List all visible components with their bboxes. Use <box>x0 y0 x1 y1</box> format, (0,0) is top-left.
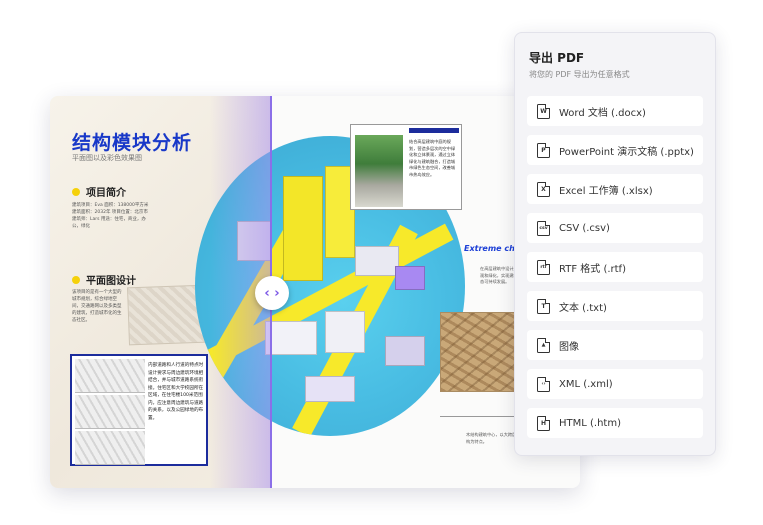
export-xml-option[interactable]: ‹› XML (.xml) <box>527 369 703 399</box>
format-label: 文本 (.txt) <box>559 302 607 314</box>
export-excel-option[interactable]: X Excel 工作簿 (.xlsx) <box>527 174 703 204</box>
export-html-option[interactable]: H HTML (.htm) <box>527 408 703 438</box>
section-plan-heading: 平面图设计 <box>72 272 136 287</box>
format-label: Excel 工作簿 (.xlsx) <box>559 185 653 197</box>
image-file-icon: ▲ <box>537 337 550 353</box>
block-building <box>305 376 355 402</box>
detail-thumbnail <box>75 431 145 465</box>
section-project-heading: 项目简介 <box>72 184 126 199</box>
panel-subtitle: 将您的 PDF 导出为任意格式 <box>529 70 630 79</box>
powerpoint-file-icon: P <box>537 142 550 158</box>
extreme-heading: Extreme cha <box>464 244 521 253</box>
document-subtitle: 平面图以及彩色效果图 <box>72 154 142 162</box>
bullet-dot-icon <box>72 187 80 196</box>
detail-thumbnail <box>75 395 145 429</box>
html-file-icon: H <box>537 415 550 431</box>
format-label: 图像 <box>559 341 579 353</box>
block-building <box>395 266 425 290</box>
compare-arrows-icon[interactable]: ‹ › <box>255 276 289 310</box>
export-powerpoint-option[interactable]: P PowerPoint 演示文稿 (.pptx) <box>527 135 703 165</box>
export-pdf-panel: 导出 PDF 将您的 PDF 导出为任意格式 W Word 文档 (.docx)… <box>514 32 716 456</box>
section-project-label: 项目简介 <box>86 188 126 199</box>
accent-bar <box>409 128 459 133</box>
format-label: PowerPoint 演示文稿 (.pptx) <box>559 146 694 158</box>
section-plan-label: 平面图设计 <box>86 276 136 287</box>
plan-detail-frame: 内部道路和人行道的特点时设计要求与周边建筑环境相结合，并与城市道路系统衔接。住宅… <box>70 354 208 466</box>
word-file-icon: W <box>537 103 550 119</box>
export-rtf-option[interactable]: rtf RTF 格式 (.rtf) <box>527 252 703 282</box>
export-word-option[interactable]: W Word 文档 (.docx) <box>527 96 703 126</box>
block-building <box>265 321 317 355</box>
green-building-text: 结合高层建筑中庭的规划，营造多层次的空中绿化和立体景观，通过立体绿化与建筑融合，… <box>409 139 456 177</box>
excel-file-icon: X <box>537 181 550 197</box>
format-label: CSV (.csv) <box>559 222 610 234</box>
green-building-photo <box>355 135 403 207</box>
block-building <box>325 311 365 353</box>
format-label: HTML (.htm) <box>559 417 621 429</box>
format-label: RTF 格式 (.rtf) <box>559 263 626 275</box>
detail-thumbnail <box>75 359 145 393</box>
format-label: Word 文档 (.docx) <box>559 107 646 119</box>
project-info-text: 建筑项目：Eva 面积：138000平方米 建筑面积：2032年 项目位置：北京… <box>72 203 149 229</box>
tower-building <box>283 176 323 281</box>
document-title: 结构模块分析 <box>72 132 193 154</box>
format-label: XML (.xml) <box>559 378 613 390</box>
csv-file-icon: csv <box>537 220 550 236</box>
export-image-option[interactable]: ▲ 图像 <box>527 330 703 360</box>
plan-description-text: 该项目的是有一个大型的城市规划，综合绿地空间，交通路网以及多类型的建筑，打造城市… <box>72 290 122 323</box>
green-building-card: 结合高层建筑中庭的规划，营造多层次的空中绿化和立体景观，通过立体绿化与建筑融合，… <box>350 124 462 210</box>
wood-structure-photo <box>440 312 520 392</box>
bullet-dot-icon <box>72 275 80 284</box>
export-csv-option[interactable]: csv CSV (.csv) <box>527 213 703 243</box>
document-preview: 结构模块分析 平面图以及彩色效果图 项目简介 建筑项目：Eva 面积：13800… <box>50 96 580 488</box>
panel-title: 导出 PDF <box>529 51 585 65</box>
rtf-file-icon: rtf <box>537 259 550 275</box>
text-file-icon: T <box>537 298 550 314</box>
block-building <box>385 336 425 366</box>
export-text-option[interactable]: T 文本 (.txt) <box>527 291 703 321</box>
xml-file-icon: ‹› <box>537 376 550 392</box>
block-building <box>355 246 399 276</box>
